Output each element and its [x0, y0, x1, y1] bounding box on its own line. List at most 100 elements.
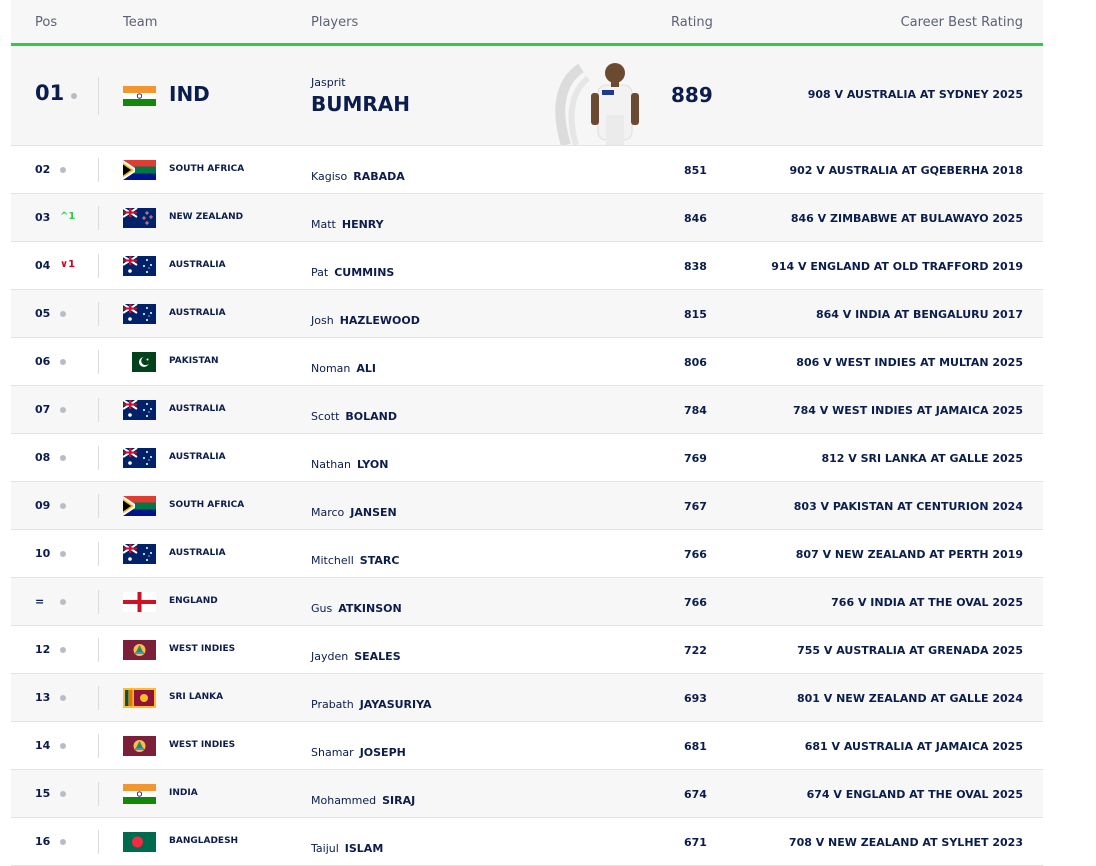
table-row[interactable]: 10 AUSTRALIA Mitchell STARC 766 807 V NEW…	[11, 530, 1043, 578]
table-header: Pos Team Players Rating Career Best Rati…	[11, 0, 1043, 46]
career-best: 766 V INDIA AT THE OVAL 2025	[831, 596, 1023, 609]
career-best: 812 V SRI LANKA AT GALLE 2025	[821, 452, 1023, 465]
new-zealand-flag-icon	[122, 207, 156, 228]
player-first-name: Matt	[311, 218, 336, 231]
table-row[interactable]: 15 INDIA Mohammed SIRAJ 674 674 V ENGLAND…	[11, 770, 1043, 818]
rating: 815	[684, 308, 707, 321]
divider	[98, 830, 99, 854]
table-row[interactable]: 13 SRI LANKA Prabath JAYASURIYA 693 801 V…	[11, 674, 1043, 722]
player-name[interactable]: Mohammed SIRAJ	[311, 794, 415, 807]
no-change-icon	[71, 93, 77, 99]
team-name: SOUTH AFRICA	[169, 500, 245, 510]
position: 06	[35, 355, 51, 368]
player-last-name: SIRAJ	[382, 794, 416, 807]
player-name[interactable]: Mitchell STARC	[311, 554, 399, 567]
player-photo	[555, 63, 639, 145]
top-ranked-row[interactable]: 01 IND Jasprit BUMRAH 889 908 V AUSTRALI…	[11, 46, 1043, 146]
team-name: ENGLAND	[169, 596, 218, 606]
table-row[interactable]: 02 SOUTH AFRICA Kagiso RABADA 851 902 V A…	[11, 146, 1043, 194]
player-last-name: LYON	[356, 458, 389, 471]
player-name[interactable]: Nathan LYON	[311, 458, 388, 471]
header-players[interactable]: Players	[311, 15, 358, 30]
player-first-name: Noman	[311, 362, 351, 375]
team-name: WEST INDIES	[169, 644, 236, 654]
team-name: PAKISTAN	[169, 356, 219, 366]
australia-flag-icon	[122, 303, 156, 324]
player-last-name: BOLAND	[345, 410, 397, 423]
player-name[interactable]: Shamar JOSEPH	[311, 746, 406, 759]
player-last-name: HAZLEWOOD	[339, 314, 420, 327]
player-first-name: Josh	[311, 314, 334, 327]
position: 10	[35, 547, 51, 560]
south-africa-flag-icon	[123, 160, 156, 180]
australia-flag-icon	[122, 255, 156, 276]
divider	[98, 734, 99, 758]
no-change-icon	[60, 647, 66, 653]
top-player-first-name[interactable]: Jasprit	[311, 76, 346, 89]
position: 09	[35, 499, 51, 512]
player-first-name: Scott	[311, 410, 340, 423]
player-last-name: CUMMINS	[334, 266, 395, 279]
divider	[98, 542, 99, 566]
player-name[interactable]: Noman ALI	[311, 362, 376, 375]
career-best: 864 V INDIA AT BENGALURU 2017	[815, 308, 1023, 321]
player-first-name: Jayden	[311, 650, 349, 663]
table-row[interactable]: 03 ^1 NEW ZEALAND Matt HENRY 846 846 V ZI…	[11, 194, 1043, 242]
rating: 767	[684, 500, 707, 513]
table-row[interactable]: = ENGLAND Gus ATKINSON 766 766 V INDIA AT…	[11, 578, 1043, 626]
top-player-last-name[interactable]: BUMRAH	[311, 92, 410, 116]
position: 16	[35, 835, 51, 848]
table-row[interactable]: 05 AUSTRALIA Josh HAZLEWOOD 815 864 V IND…	[11, 290, 1043, 338]
team-name: BANGLADESH	[169, 836, 239, 846]
table-row[interactable]: 08 AUSTRALIA Nathan LYON 769 812 V SRI LA…	[11, 434, 1043, 482]
table-row[interactable]: 04 ∨1 AUSTRALIA Pat CUMMINS 838 914 V ENG…	[11, 242, 1043, 290]
player-last-name: JAYASURIYA	[359, 698, 432, 711]
player-name[interactable]: Matt HENRY	[311, 218, 384, 231]
career-best: 807 V NEW ZEALAND AT PERTH 2019	[795, 548, 1023, 561]
rankings-table: Pos Team Players Rating Career Best Rati…	[11, 0, 1043, 866]
header-team[interactable]: Team	[123, 15, 157, 30]
player-name[interactable]: Josh HAZLEWOOD	[311, 314, 420, 327]
divider	[98, 77, 99, 115]
position: 14	[35, 739, 51, 752]
rating: 722	[684, 644, 707, 657]
player-last-name: STARC	[359, 554, 400, 567]
player-first-name: Gus	[311, 602, 333, 615]
header-pos[interactable]: Pos	[35, 15, 57, 30]
team-name: AUSTRALIA	[169, 308, 226, 318]
table-row[interactable]: 12 WEST INDIES Jayden SEALES 722 755 V AU…	[11, 626, 1043, 674]
player-name[interactable]: Marco JANSEN	[311, 506, 397, 519]
career-best: 674 V ENGLAND AT THE OVAL 2025	[806, 788, 1023, 801]
position: 03	[35, 211, 51, 224]
player-first-name: Pat	[311, 266, 329, 279]
player-name[interactable]: Gus ATKINSON	[311, 602, 402, 615]
no-change-icon	[60, 503, 66, 509]
header-career-best[interactable]: Career Best Rating	[901, 15, 1023, 30]
bangladesh-flag-icon	[123, 832, 156, 852]
divider	[98, 398, 99, 422]
table-row[interactable]: 06 PAKISTAN Noman ALI 806 806 V WEST INDI…	[11, 338, 1043, 386]
divider	[98, 590, 99, 614]
table-row[interactable]: 07 AUSTRALIA Scott BOLAND 784 784 V WEST …	[11, 386, 1043, 434]
position: 15	[35, 787, 51, 800]
table-row[interactable]: 09 SOUTH AFRICA Marco JANSEN 767 803 V PA…	[11, 482, 1043, 530]
career-best: 708 V NEW ZEALAND AT SYLHET 2023	[788, 836, 1023, 849]
player-name[interactable]: Scott BOLAND	[311, 410, 397, 423]
header-rating[interactable]: Rating	[671, 15, 713, 30]
table-row[interactable]: 16 BANGLADESH Taijul ISLAM 671 708 V NEW …	[11, 818, 1043, 866]
player-name[interactable]: Jayden SEALES	[311, 650, 401, 663]
player-name[interactable]: Taijul ISLAM	[311, 842, 383, 855]
player-name[interactable]: Pat CUMMINS	[311, 266, 394, 279]
divider	[98, 158, 99, 182]
rank-down-icon: ∨1	[60, 259, 76, 270]
position: 12	[35, 643, 51, 656]
divider	[98, 638, 99, 662]
no-change-icon	[60, 359, 66, 365]
india-flag-icon	[123, 86, 156, 106]
top-rating: 889	[671, 83, 713, 107]
pakistan-flag-icon	[123, 352, 156, 372]
player-name[interactable]: Prabath JAYASURIYA	[311, 698, 432, 711]
table-row[interactable]: 14 WEST INDIES Shamar JOSEPH 681 681 V AU…	[11, 722, 1043, 770]
rating: 671	[684, 836, 707, 849]
player-name[interactable]: Kagiso RABADA	[311, 170, 405, 183]
